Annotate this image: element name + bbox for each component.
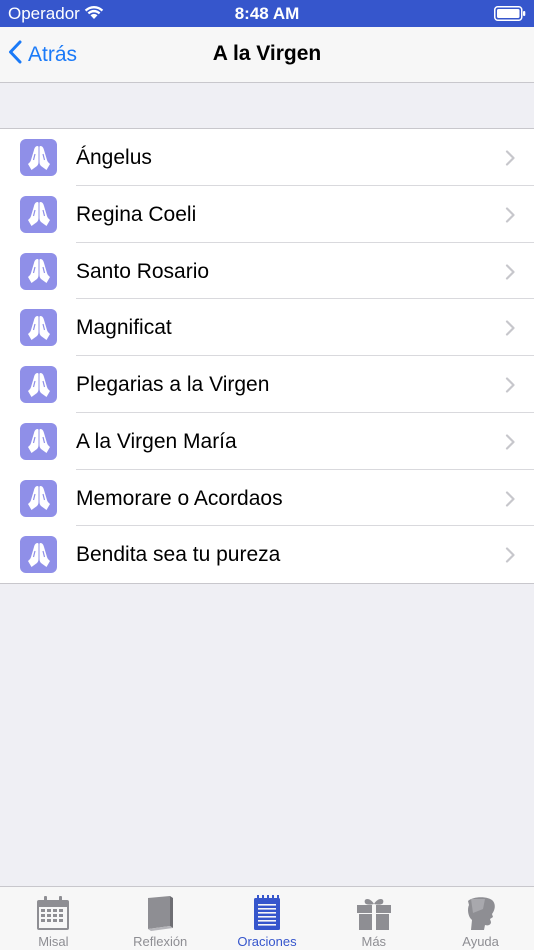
tab-bar: Misal Reflexión Oraciones Más Ayuda: [0, 886, 534, 950]
list-item-label: Ángelus: [76, 146, 152, 169]
chevron-right-icon: [505, 490, 515, 512]
tab-label: Más: [361, 934, 387, 949]
tab-oraciones[interactable]: Oraciones: [214, 887, 321, 950]
navigation-bar: Atrás A la Virgen: [0, 27, 534, 83]
praying-hands-icon: [20, 479, 57, 517]
list-item[interactable]: Magnificat: [0, 299, 534, 356]
page-title: A la Virgen: [212, 42, 322, 65]
prayer-list: Ángelus Regina Coeli Santo Rosario Magni…: [0, 128, 534, 584]
list-item[interactable]: Plegarias a la Virgen: [0, 356, 534, 413]
gift-icon: [356, 893, 392, 931]
list-item-label: Regina Coeli: [76, 202, 197, 226]
tab-label: Misal: [38, 934, 69, 949]
praying-hands-icon: [20, 195, 57, 233]
tab-misal[interactable]: Misal: [0, 887, 107, 950]
list-item[interactable]: Ángelus: [0, 129, 534, 186]
praying-hands-icon: [20, 309, 57, 347]
calendar-icon: [36, 893, 70, 931]
battery-icon: [494, 6, 526, 21]
chevron-right-icon: [505, 150, 515, 171]
list-item-label: Plegarias a la Virgen: [76, 373, 270, 396]
chevron-right-icon: [505, 207, 515, 228]
tab-reflexion[interactable]: Reflexión: [107, 887, 214, 950]
head-profile-icon: [463, 893, 499, 931]
tab-label: Oraciones: [237, 934, 297, 949]
praying-hands-icon: [20, 252, 57, 290]
chevron-right-icon: [505, 547, 515, 568]
praying-hands-icon: [20, 422, 57, 460]
list-item[interactable]: A la Virgen María: [0, 413, 534, 470]
notepad-icon: [252, 893, 282, 931]
list-item-label: Magnificat: [76, 316, 172, 340]
list-item[interactable]: Regina Coeli: [0, 186, 534, 243]
list-item-label: A la Virgen María: [76, 429, 237, 453]
tab-ayuda[interactable]: Ayuda: [427, 887, 534, 950]
list-item-label: Santo Rosario: [76, 259, 210, 283]
chevron-right-icon: [505, 320, 515, 341]
tab-label: Reflexión: [133, 934, 188, 949]
tab-mas[interactable]: Más: [320, 887, 427, 950]
screen: Operador 8:48 AM Atrás A la Virgen Ángel…: [0, 0, 534, 950]
chevron-right-icon: [505, 263, 515, 285]
praying-hands-icon: [20, 366, 57, 403]
praying-hands-icon: [20, 536, 57, 574]
list-item[interactable]: Santo Rosario: [0, 243, 534, 300]
clock: 8:48 AM: [234, 4, 300, 23]
tab-label: Ayuda: [462, 934, 499, 949]
list-item[interactable]: Memorare o Acordaos: [0, 470, 534, 527]
book-icon: [145, 893, 175, 931]
list-item[interactable]: Bendita sea tu pureza: [0, 526, 534, 583]
chevron-right-icon: [505, 434, 515, 455]
list-item-label: Memorare o Acordaos: [76, 486, 283, 510]
praying-hands-icon: [20, 139, 57, 176]
status-bar: Operador 8:48 AM: [0, 0, 534, 27]
chevron-right-icon: [505, 377, 515, 398]
list-item-label: Bendita sea tu pureza: [76, 543, 281, 567]
